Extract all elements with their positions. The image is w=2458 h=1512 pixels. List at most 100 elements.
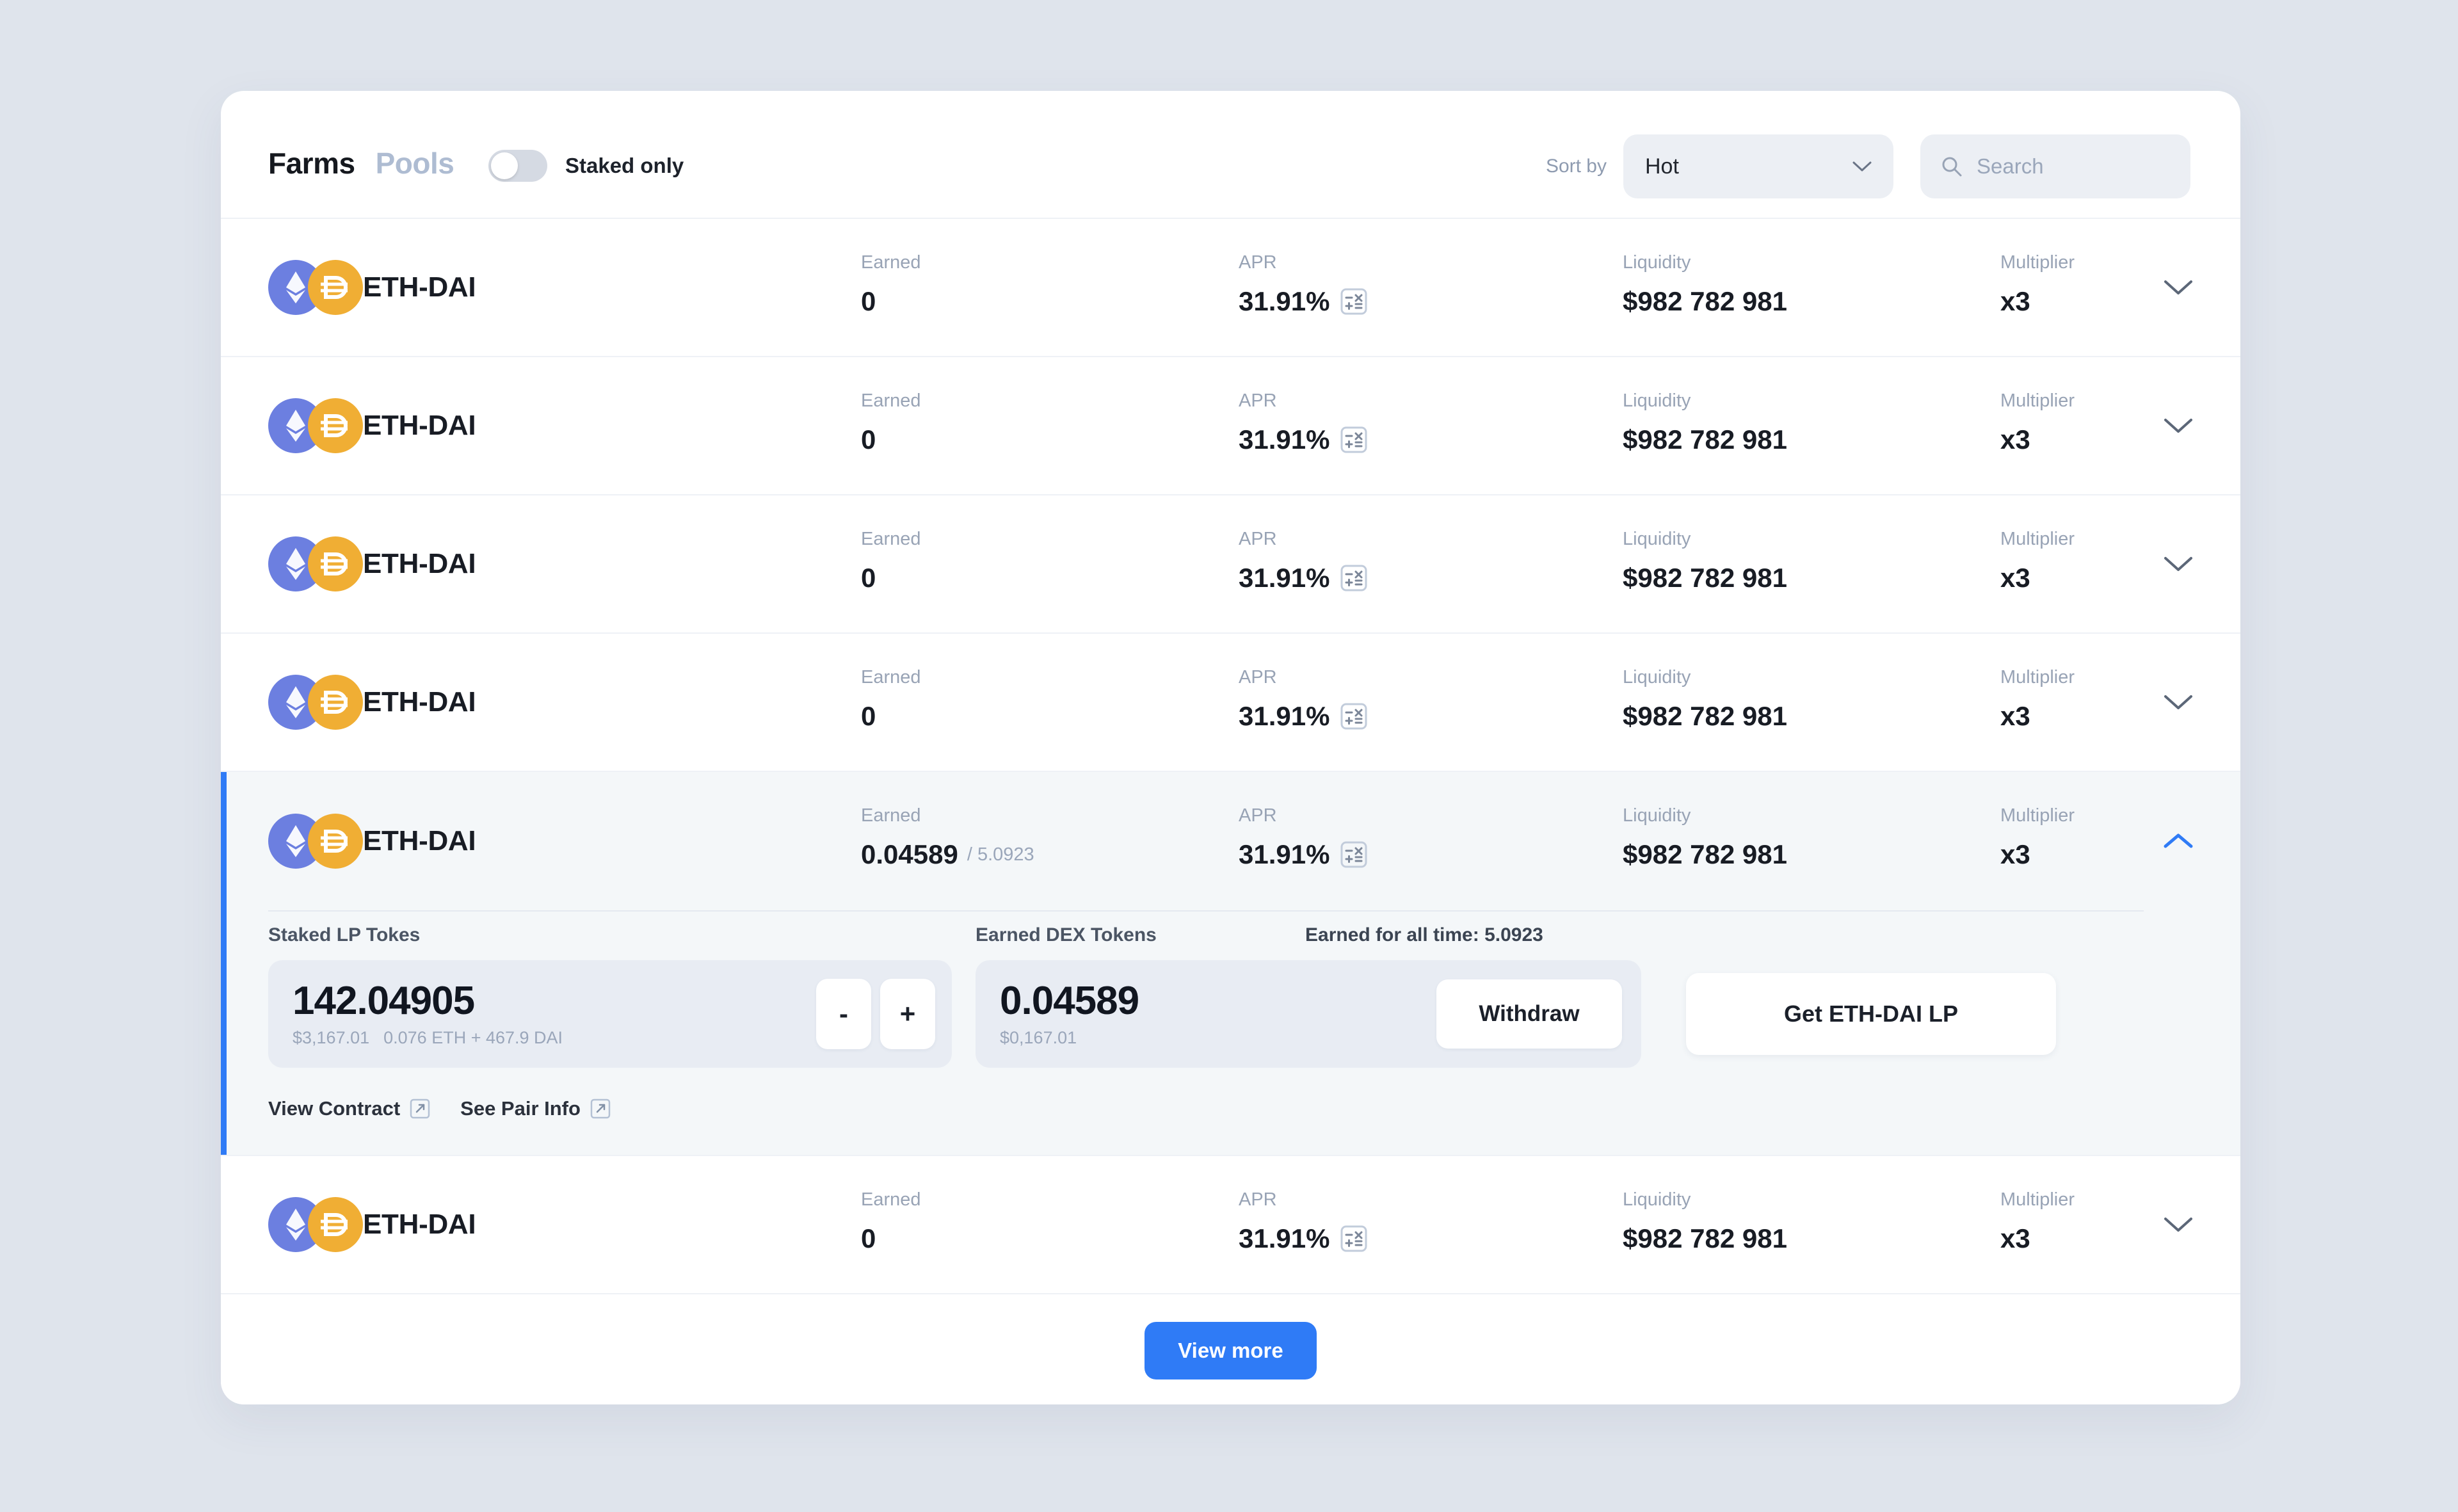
staked-lp-breakdown: 0.076 ETH + 467.9 DAI — [383, 1028, 563, 1048]
calculator-icon[interactable] — [1340, 1225, 1368, 1253]
expanded-detail-panel: Staked LP Tokes 142.04905 $3,167.01 0.076… — [221, 772, 2240, 1156]
apr-value: 31.91% — [1239, 424, 1330, 454]
earned-value: 0.04589 — [861, 839, 958, 869]
calculator-icon[interactable] — [1340, 287, 1368, 316]
search-icon — [1942, 157, 1962, 177]
row-expand-toggle[interactable] — [2164, 495, 2193, 632]
table-row-expanded[interactable]: ETH-DAI Earned 0.04589 / 5.0923 APR 31.9… — [221, 772, 2240, 910]
earned-label: Earned — [861, 805, 921, 826]
apr-label: APR — [1239, 805, 1277, 826]
card-footer: View more — [221, 1294, 2240, 1404]
row-expand-toggle[interactable] — [2164, 219, 2193, 356]
pair-name: ETH-DAI — [363, 548, 476, 579]
calculator-icon[interactable] — [1340, 840, 1368, 869]
row-expand-toggle[interactable] — [2164, 634, 2193, 771]
earned-value: 0 — [861, 424, 876, 454]
multiplier-label: Multiplier — [2000, 390, 2075, 411]
dai-icon — [308, 675, 363, 730]
row-expand-toggle[interactable] — [2164, 357, 2193, 494]
see-pair-info-label: See Pair Info — [460, 1097, 581, 1120]
panel-links: View Contract See Pair Info — [268, 1097, 611, 1120]
staked-lp-label: Staked LP Tokes — [268, 924, 421, 945]
row-expand-toggle[interactable] — [2164, 1156, 2193, 1293]
panel-content: Staked LP Tokes 142.04905 $3,167.01 0.076… — [268, 912, 2193, 1155]
dai-icon — [308, 1197, 363, 1252]
liquidity-value: $982 782 981 — [1623, 1223, 1787, 1253]
apr-value: 31.91% — [1239, 1223, 1330, 1253]
apr-value-wrap: 31.91% — [1239, 1223, 1368, 1254]
pair-cell: ETH-DAI — [268, 772, 476, 910]
liquidity-label: Liquidity — [1623, 1189, 1691, 1210]
liquidity-label: Liquidity — [1623, 252, 1691, 273]
pair-cell: ETH-DAI — [268, 1156, 476, 1293]
staked-lp-amount: 142.04905 — [293, 978, 475, 1023]
calculator-icon[interactable] — [1340, 426, 1368, 454]
earned-label: Earned — [861, 1189, 921, 1210]
table-row[interactable]: ETH-DAI Earned 0 APR 31.91% Liquidity $9… — [221, 219, 2240, 357]
token-pair-icons — [268, 260, 363, 315]
stake-plus-button[interactable]: + — [880, 979, 935, 1049]
earned-value: 0 — [861, 286, 876, 316]
external-link-icon — [410, 1098, 430, 1119]
multiplier-value: x3 — [2000, 839, 2030, 869]
staked-only-toggle[interactable] — [488, 150, 547, 182]
sort-by-label: Sort by — [1545, 156, 1607, 177]
apr-value: 31.91% — [1239, 839, 1330, 869]
earned-value: 0 — [861, 563, 876, 593]
calculator-icon[interactable] — [1340, 564, 1368, 592]
chevron-down-icon — [2164, 280, 2192, 294]
page-root: Farms Pools Staked only Sort by Hot Sear… — [0, 0, 2458, 1512]
liquidity-label: Liquidity — [1623, 805, 1691, 826]
view-contract-link[interactable]: View Contract — [268, 1097, 431, 1120]
multiplier-value: x3 — [2000, 424, 2030, 454]
row-collapse-toggle[interactable] — [2164, 772, 2193, 910]
table-row[interactable]: ETH-DAI Earned 0 APR 31.91% Liquidity $9… — [221, 495, 2240, 634]
apr-label: APR — [1239, 252, 1277, 273]
pair-name: ETH-DAI — [363, 271, 476, 303]
pair-cell: ETH-DAI — [268, 634, 476, 771]
earned-dex-usd: $0,167.01 — [1000, 1028, 1077, 1048]
multiplier-label: Multiplier — [2000, 1189, 2075, 1210]
token-pair-icons — [268, 814, 363, 869]
apr-value: 31.91% — [1239, 701, 1330, 731]
table-row[interactable]: ETH-DAI Earned 0 APR 31.91% Liquidity $9… — [221, 634, 2240, 772]
withdraw-button[interactable]: Withdraw — [1436, 979, 1622, 1049]
sort-by-select[interactable]: Hot — [1623, 134, 1893, 198]
staked-lp-values: 142.04905 $3,167.01 0.076 ETH + 467.9 DAI — [293, 980, 816, 1048]
dai-icon — [308, 260, 363, 315]
staked-only-label: Staked only — [565, 154, 684, 177]
card-header: Farms Pools Staked only Sort by Hot Sear… — [221, 91, 2240, 219]
search-box[interactable]: Search — [1920, 134, 2190, 198]
search-input[interactable]: Search — [1977, 154, 2044, 179]
tab-farms[interactable]: Farms — [268, 146, 355, 181]
apr-label: APR — [1239, 667, 1277, 688]
pair-cell: ETH-DAI — [268, 219, 476, 356]
table-row[interactable]: ETH-DAI Earned 0 APR 31.91% Liquidity $9… — [221, 357, 2240, 495]
get-lp-button[interactable]: Get ETH-DAI LP — [1686, 973, 2056, 1055]
farms-card: Farms Pools Staked only Sort by Hot Sear… — [221, 91, 2240, 1404]
external-link-icon — [590, 1098, 611, 1119]
apr-value-wrap: 31.91% — [1239, 286, 1368, 317]
earned-dex-label: Earned DEX Tokens — [976, 924, 1157, 945]
pair-name: ETH-DAI — [363, 825, 476, 857]
table-row[interactable]: ETH-DAI Earned 0 APR 31.91% Liquidity $9… — [221, 1156, 2240, 1294]
staked-lp-box: 142.04905 $3,167.01 0.076 ETH + 467.9 DAI… — [268, 960, 952, 1068]
staked-only-control[interactable]: Staked only — [488, 150, 684, 182]
liquidity-label: Liquidity — [1623, 529, 1691, 549]
staked-lp-usd: $3,167.01 — [293, 1028, 370, 1048]
view-more-button[interactable]: View more — [1145, 1322, 1317, 1379]
earned-value-wrap: 0.04589 / 5.0923 — [861, 839, 1034, 870]
earned-value: 0 — [861, 1223, 876, 1253]
chevron-down-icon — [2164, 1218, 2192, 1232]
multiplier-value: x3 — [2000, 563, 2030, 593]
earned-value: 0 — [861, 701, 876, 731]
tab-pools[interactable]: Pools — [376, 146, 454, 181]
see-pair-info-link[interactable]: See Pair Info — [460, 1097, 611, 1120]
chevron-down-icon — [1852, 161, 1872, 172]
apr-label: APR — [1239, 390, 1277, 411]
calculator-icon[interactable] — [1340, 702, 1368, 730]
earned-total-sub: / 5.0923 — [967, 844, 1034, 865]
unstake-minus-button[interactable]: - — [816, 979, 871, 1049]
apr-label: APR — [1239, 1189, 1277, 1210]
apr-value-wrap: 31.91% — [1239, 563, 1368, 593]
